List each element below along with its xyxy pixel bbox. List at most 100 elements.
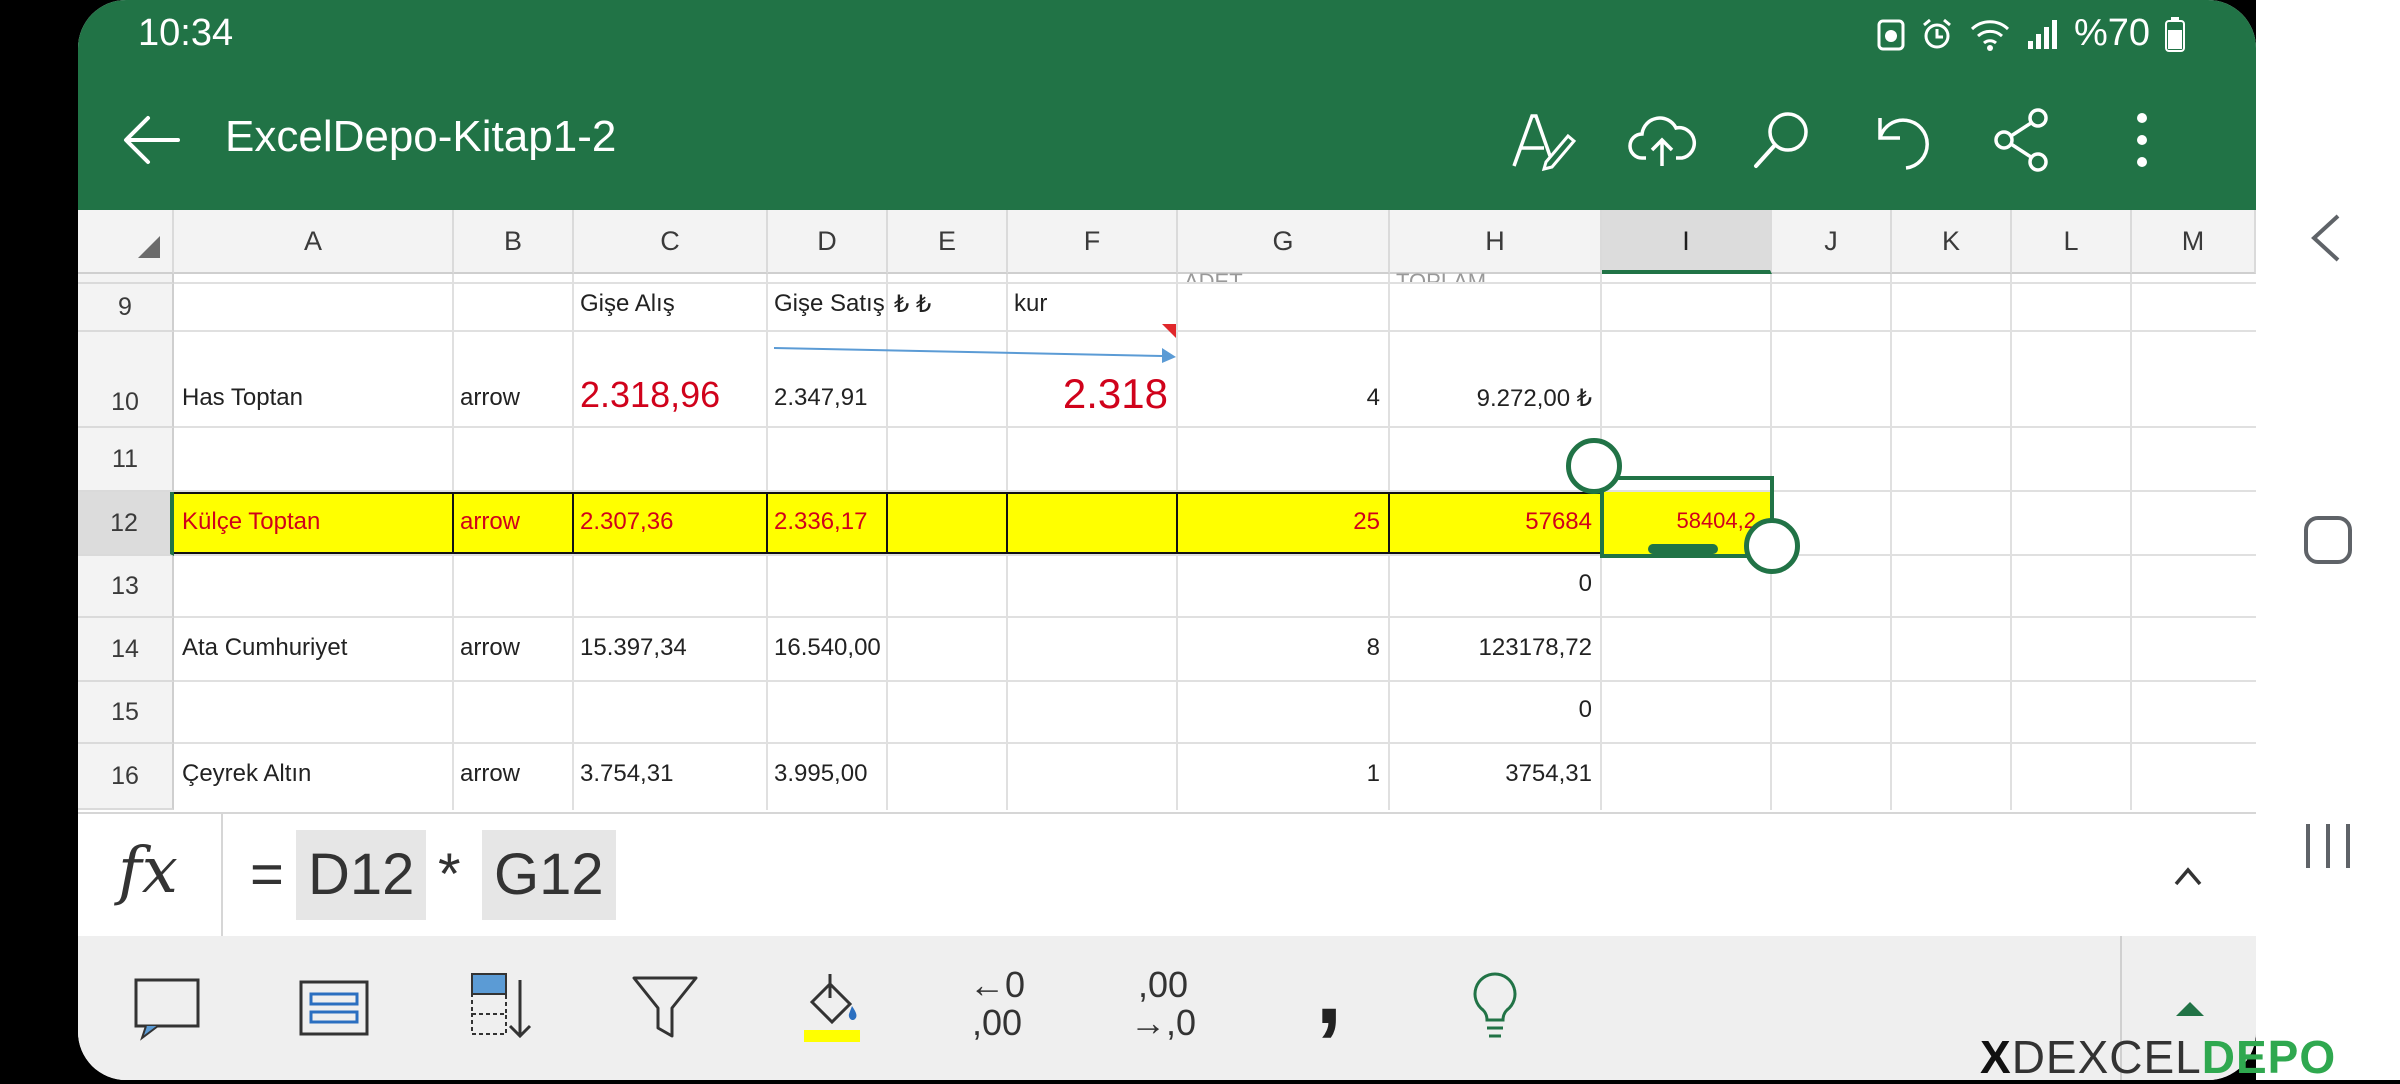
- undo-icon[interactable]: [1866, 104, 1938, 176]
- column-header[interactable]: C: [574, 210, 768, 274]
- cell-b16[interactable]: arrow: [460, 760, 520, 788]
- cell-border: [766, 492, 768, 554]
- cell-c14[interactable]: 15.397,34: [580, 634, 687, 662]
- cell-c12[interactable]: 2.307,36: [580, 508, 673, 536]
- back-nav-icon[interactable]: [2256, 210, 2400, 266]
- selection-handle-start[interactable]: [1566, 438, 1622, 494]
- cell-g8-partial: ADET: [1184, 269, 1243, 284]
- gridline: [174, 742, 2256, 744]
- column-header-selected[interactable]: I: [1602, 210, 1772, 274]
- cell-f9[interactable]: kur: [1014, 290, 1047, 318]
- decrease-decimal-button[interactable]: ,00 →,0: [1122, 966, 1204, 1048]
- function-icon[interactable]: fx: [118, 834, 178, 908]
- column-header[interactable]: A: [174, 210, 454, 274]
- fill-handle[interactable]: [1648, 544, 1718, 554]
- search-icon[interactable]: [1746, 104, 1818, 176]
- comment-indicator-icon[interactable]: [1162, 324, 1176, 338]
- column-header[interactable]: J: [1772, 210, 1892, 274]
- fill-color-icon[interactable]: [790, 966, 872, 1048]
- cell-border: [572, 492, 574, 554]
- pen-draw-icon[interactable]: [1506, 104, 1578, 176]
- row-header[interactable]: 13: [78, 556, 174, 618]
- cell-g10[interactable]: 4: [1184, 384, 1380, 412]
- cell-f10[interactable]: 2.318: [1014, 370, 1168, 418]
- formula-ref-d12[interactable]: D12: [296, 830, 427, 920]
- status-time: 10:34: [138, 12, 234, 54]
- gridline: [1890, 274, 1892, 810]
- row-header-partial[interactable]: [78, 274, 174, 284]
- formula-bar[interactable]: fx = D12 * G12: [78, 812, 2256, 938]
- cell-h10[interactable]: 9.272,00 ₺: [1396, 384, 1592, 413]
- cell-g16[interactable]: 1: [1184, 760, 1380, 788]
- cell-b12[interactable]: arrow: [460, 508, 520, 536]
- home-nav-icon[interactable]: [2256, 512, 2400, 568]
- cell-a16[interactable]: Çeyrek Altın: [182, 760, 311, 788]
- row-header[interactable]: 15: [78, 682, 174, 744]
- cell-e9[interactable]: ₺ ₺: [894, 290, 931, 319]
- column-header[interactable]: B: [454, 210, 574, 274]
- watermark-prefix: X: [1980, 1031, 2012, 1083]
- cell-h14[interactable]: 123178,72: [1396, 634, 1592, 662]
- cell-h12[interactable]: 57684: [1396, 508, 1592, 536]
- freeze-panes-icon[interactable]: [293, 966, 375, 1048]
- selection-handle-end[interactable]: [1744, 518, 1800, 574]
- share-icon[interactable]: [1986, 104, 2058, 176]
- cell-c16[interactable]: 3.754,31: [580, 760, 673, 788]
- cell-c9[interactable]: Gişe Alış: [580, 290, 675, 318]
- spreadsheet-grid[interactable]: A B C D E F G H I J K L M ADET TOPLAM 9 …: [78, 210, 2256, 810]
- corner-triangle-icon: [138, 236, 160, 258]
- select-all-corner[interactable]: [78, 210, 174, 274]
- cell-d10[interactable]: 2.347,91: [774, 384, 867, 412]
- row-header[interactable]: 16: [78, 744, 174, 810]
- cell-d14[interactable]: 16.540,00: [774, 634, 881, 662]
- comment-box-icon[interactable]: [126, 966, 208, 1048]
- exceldepo-watermark: XDEXCELDEPO: [1980, 1030, 2336, 1084]
- battery-percent: %70: [2073, 12, 2150, 54]
- cell-b14[interactable]: arrow: [460, 634, 520, 662]
- column-header[interactable]: F: [1008, 210, 1178, 274]
- cell-c10[interactable]: 2.318,96: [580, 374, 720, 416]
- cell-h16[interactable]: 3754,31: [1396, 760, 1592, 788]
- gridline: [2130, 274, 2132, 810]
- increase-decimal-bottom: ,00: [971, 1002, 1023, 1043]
- row-header-selected[interactable]: 12: [78, 492, 174, 556]
- back-arrow-icon[interactable]: [116, 104, 188, 176]
- column-header[interactable]: E: [888, 210, 1008, 274]
- cell-h13[interactable]: 0: [1396, 570, 1592, 598]
- cell-a12[interactable]: Külçe Toptan: [182, 508, 320, 536]
- column-header[interactable]: K: [1892, 210, 2012, 274]
- formula-separator: [221, 814, 223, 936]
- cell-d9[interactable]: Gişe Satış: [774, 290, 885, 318]
- cell-a10[interactable]: Has Toptan: [182, 384, 303, 412]
- increase-decimal-button[interactable]: ←0 ,00: [956, 966, 1038, 1048]
- column-header[interactable]: D: [768, 210, 888, 274]
- cloud-upload-icon[interactable]: [1626, 104, 1698, 176]
- column-header[interactable]: L: [2012, 210, 2132, 274]
- row-header[interactable]: 9: [78, 284, 174, 332]
- row-header[interactable]: 11: [78, 428, 174, 492]
- cell-h15[interactable]: 0: [1396, 696, 1592, 724]
- document-title: ExcelDepo-Kitap1-2: [225, 112, 617, 161]
- cell-d16[interactable]: 3.995,00: [774, 760, 867, 788]
- signal-icon: [2027, 19, 2057, 49]
- chevron-up-icon[interactable]: [2168, 856, 2208, 896]
- row-header[interactable]: 14: [78, 618, 174, 682]
- recents-nav-icon[interactable]: [2256, 818, 2400, 874]
- cell-d12[interactable]: 2.336,17: [774, 508, 867, 536]
- column-header[interactable]: M: [2132, 210, 2256, 274]
- more-options-icon[interactable]: [2106, 104, 2178, 176]
- row-header[interactable]: 10: [78, 332, 174, 428]
- cell-b10[interactable]: arrow: [460, 384, 520, 412]
- cell-a14[interactable]: Ata Cumhuriyet: [182, 634, 347, 662]
- formula-ref-g12[interactable]: G12: [482, 830, 616, 920]
- lightbulb-icon[interactable]: [1454, 966, 1536, 1048]
- arrow-shape[interactable]: [766, 334, 1186, 374]
- filter-icon[interactable]: [624, 966, 706, 1048]
- comma-style-button[interactable]: ,: [1288, 943, 1370, 1046]
- cell-border: [452, 492, 454, 554]
- sort-icon[interactable]: [458, 966, 540, 1048]
- expand-toolbar-icon[interactable]: [2172, 998, 2208, 1018]
- gridline: [174, 554, 2256, 556]
- cell-g14[interactable]: 8: [1184, 634, 1380, 662]
- cell-g12[interactable]: 25: [1184, 508, 1380, 536]
